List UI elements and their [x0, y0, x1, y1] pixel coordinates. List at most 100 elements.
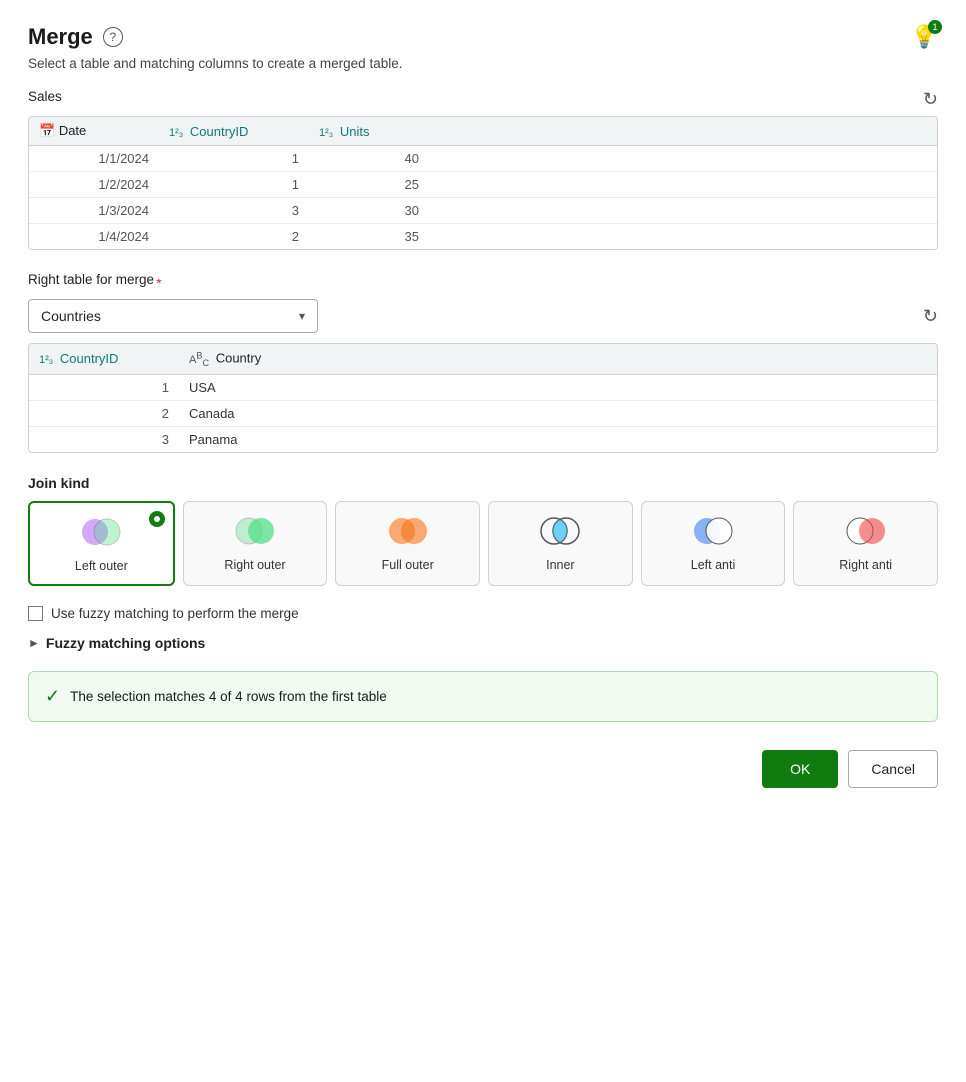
fuzzy-options-label: Fuzzy matching options: [46, 635, 205, 651]
dropdown-arrow-icon: ▾: [299, 309, 305, 323]
sales-countryid-cell: 2: [159, 224, 309, 250]
countries-col-countryid[interactable]: 1²₃ CountryID: [29, 344, 179, 374]
table-row[interactable]: 1 USA: [29, 374, 937, 400]
right-table-selected: Countries: [41, 308, 101, 324]
sales-empty-cell: [429, 146, 937, 172]
venn-diagram-right-anti: [844, 516, 888, 549]
success-message: The selection matches 4 of 4 rows from t…: [70, 689, 387, 704]
table-row[interactable]: 2 Canada: [29, 400, 937, 426]
chevron-right-icon: ►: [28, 636, 40, 650]
sales-countryid-cell: 1: [159, 146, 309, 172]
join-kind-section: Join kind Left outer Right outer Full ou…: [28, 475, 938, 586]
sales-refresh-icon[interactable]: ↻: [923, 89, 938, 110]
sales-units-cell: 30: [309, 198, 429, 224]
right-table-refresh-icon[interactable]: ↻: [923, 306, 938, 327]
sales-countryid-cell: 1: [159, 172, 309, 198]
join-option-right-outer[interactable]: Right outer: [183, 501, 328, 586]
countries-countryid-cell: 2: [29, 400, 179, 426]
sales-empty-cell: [429, 172, 937, 198]
fuzzy-options-header[interactable]: ► Fuzzy matching options: [28, 635, 938, 651]
sales-units-cell: 25: [309, 172, 429, 198]
join-kind-label: Join kind: [28, 475, 938, 491]
lightbulb-container: 💡 1: [911, 24, 938, 50]
join-option-left-outer[interactable]: Left outer: [28, 501, 175, 586]
sales-date-cell: 1/2/2024: [29, 172, 159, 198]
countries-col-empty: [329, 344, 937, 374]
sales-date-cell: 1/3/2024: [29, 198, 159, 224]
join-option-left-anti[interactable]: Left anti: [641, 501, 786, 586]
join-option-label-left-anti: Left anti: [691, 557, 735, 573]
countries-country-cell: USA: [179, 374, 329, 400]
sales-col-units-label: Units: [340, 124, 370, 139]
sales-col-countryid[interactable]: 1²₃ CountryID: [159, 117, 309, 146]
123-icon-countryid: 1²₃: [169, 127, 183, 139]
dropdown-row: Countries ▾ ↻: [28, 299, 938, 333]
sales-label: Sales: [28, 89, 62, 104]
join-option-label-right-outer: Right outer: [224, 557, 285, 573]
ok-button[interactable]: OK: [762, 750, 838, 788]
countries-empty-cell: [329, 426, 937, 452]
sales-countryid-cell: 3: [159, 198, 309, 224]
fuzzy-checkbox-label: Use fuzzy matching to perform the merge: [51, 606, 299, 621]
cancel-button[interactable]: Cancel: [848, 750, 938, 788]
countries-countryid-cell: 1: [29, 374, 179, 400]
countries-table: 1²₃ CountryID ABC Country 1 USA 2 Canada: [28, 343, 938, 453]
sales-units-cell: 40: [309, 146, 429, 172]
page-title: Merge: [28, 24, 93, 50]
countries-col-country-label: Country: [216, 351, 262, 366]
fuzzy-checkbox[interactable]: [28, 606, 43, 621]
123-icon-cid: 1²₃: [39, 354, 53, 366]
countries-country-cell: Canada: [179, 400, 329, 426]
join-options-row: Left outer Right outer Full outer Inner: [28, 501, 938, 586]
right-table-dropdown[interactable]: Countries ▾: [28, 299, 318, 333]
123-icon-units: 1²₃: [319, 127, 333, 139]
help-icon[interactable]: ?: [103, 27, 123, 47]
countries-country-cell: Panama: [179, 426, 329, 452]
action-row: OK Cancel: [28, 750, 938, 788]
join-option-right-anti[interactable]: Right anti: [793, 501, 938, 586]
sales-date-cell: 1/4/2024: [29, 224, 159, 250]
sales-col-empty: [429, 117, 937, 146]
table-row[interactable]: 1/3/2024 3 30: [29, 198, 937, 224]
countries-countryid-cell: 3: [29, 426, 179, 452]
right-table-label: Right table for merge: [28, 272, 154, 287]
venn-diagram-full-outer: [386, 516, 430, 549]
venn-diagram-right-outer: [233, 516, 277, 549]
sales-empty-cell: [429, 198, 937, 224]
join-option-label-inner: Inner: [546, 557, 575, 573]
sales-date-cell: 1/1/2024: [29, 146, 159, 172]
abc-icon: ABC: [189, 354, 209, 366]
venn-diagram-left-anti: [691, 516, 735, 549]
lightbulb-badge: 1: [928, 20, 942, 34]
countries-col-country[interactable]: ABC Country: [179, 344, 329, 374]
sales-col-date-label: Date: [59, 123, 86, 138]
fuzzy-checkbox-row: Use fuzzy matching to perform the merge: [28, 606, 938, 621]
right-table-section: Right table for merge * Countries ▾ ↻ 1²…: [28, 272, 938, 453]
sales-units-cell: 35: [309, 224, 429, 250]
join-option-label-left-outer: Left outer: [75, 558, 128, 574]
calendar-icon: 📅: [39, 123, 55, 138]
join-option-inner[interactable]: Inner: [488, 501, 633, 586]
sales-section-header: Sales ↻: [28, 89, 938, 110]
sales-col-countryid-label: CountryID: [190, 124, 249, 139]
header-row: Merge ? 💡 1: [28, 24, 938, 50]
sales-empty-cell: [429, 224, 937, 250]
success-banner: ✓ The selection matches 4 of 4 rows from…: [28, 671, 938, 722]
sales-col-date[interactable]: 📅 Date: [29, 117, 159, 146]
title-area: Merge ?: [28, 24, 123, 50]
selected-check: [149, 511, 165, 527]
join-option-label-full-outer: Full outer: [382, 557, 434, 573]
right-table-label-row: Right table for merge *: [28, 272, 938, 293]
table-row[interactable]: 1/2/2024 1 25: [29, 172, 937, 198]
countries-col-countryid-label: CountryID: [60, 351, 119, 366]
countries-empty-cell: [329, 374, 937, 400]
table-row[interactable]: 3 Panama: [29, 426, 937, 452]
join-option-full-outer[interactable]: Full outer: [335, 501, 480, 586]
success-icon: ✓: [45, 686, 60, 707]
table-row[interactable]: 1/4/2024 2 35: [29, 224, 937, 250]
countries-empty-cell: [329, 400, 937, 426]
table-row[interactable]: 1/1/2024 1 40: [29, 146, 937, 172]
sales-table: 📅 Date 1²₃ CountryID 1²₃ Units 1/1/2024 …: [28, 116, 938, 250]
sales-col-units[interactable]: 1²₃ Units: [309, 117, 429, 146]
venn-diagram-left-outer: [79, 517, 123, 550]
